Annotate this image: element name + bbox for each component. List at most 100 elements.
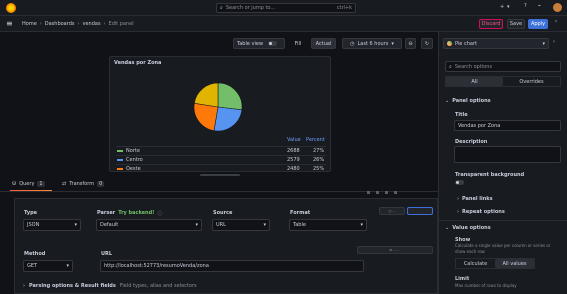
collapse-icon[interactable]: ⌃ xyxy=(554,20,558,26)
title-label: Title xyxy=(455,112,468,118)
avatar[interactable] xyxy=(553,3,562,12)
source-select[interactable]: URL ▾ xyxy=(212,219,270,231)
query-tabs: ⛁ Query 1 ⇄ Transform 0 xyxy=(0,178,438,192)
url-label: URL xyxy=(101,251,113,257)
calculate-option[interactable]: Calculate xyxy=(456,259,495,268)
parsing-sub: Field types, alias and selectors xyxy=(119,283,197,289)
legend-row: Norte 2688 27% xyxy=(116,146,326,154)
panel-links-header[interactable]: › Panel links xyxy=(457,196,493,202)
legend-percent: 27% xyxy=(313,148,325,154)
info-icon: ⓘ xyxy=(157,211,163,217)
breadcrumb-dashboards[interactable]: Dashboards xyxy=(45,21,75,27)
parser-hint[interactable]: Try backend! xyxy=(118,210,154,217)
pie-slice-sul[interactable] xyxy=(193,82,219,108)
legend-value: 2480 xyxy=(287,166,300,172)
tab-query-count: 1 xyxy=(37,181,45,187)
viz-name: Pie chart xyxy=(455,40,477,47)
search-bar[interactable]: ⌕ Search or jump to... ctrl+k xyxy=(216,3,356,13)
legend-row: Centro 2579 26% xyxy=(116,155,326,163)
chevron-down-icon: ▾ xyxy=(66,263,69,269)
collapse-options-icon[interactable]: › xyxy=(553,39,555,45)
type-select[interactable]: JSON ▾ xyxy=(23,219,81,231)
transparent-label: Transparent background xyxy=(455,172,525,178)
toggle-switch[interactable] xyxy=(268,41,278,46)
chevron-down-icon: ▾ xyxy=(360,222,363,228)
divider xyxy=(439,220,567,221)
repeat-options-header[interactable]: › Repeat options xyxy=(457,209,505,215)
parser-label-row: Parser Try backend! ⓘ xyxy=(97,210,162,217)
zoom-out-button[interactable]: ⊖ xyxy=(405,38,416,49)
show-radio-group: Calculate All values xyxy=(455,258,535,269)
help-icon[interactable]: ? xyxy=(524,3,527,9)
table-view-toggle[interactable]: Table view xyxy=(233,38,285,49)
apply-button[interactable]: Apply xyxy=(528,19,548,29)
copy-button[interactable]: ▢ ··· xyxy=(379,207,405,215)
chevron-right-icon: › xyxy=(77,21,80,27)
legend-header-percent: Percent xyxy=(306,137,325,143)
chevron-down-icon: ▾ xyxy=(542,40,545,47)
pie-slice-centro[interactable] xyxy=(213,106,243,132)
legend-label: Oeste xyxy=(126,166,141,172)
actual-button[interactable]: Actual xyxy=(311,38,336,49)
repeat-options-title: Repeat options xyxy=(462,209,505,215)
chevron-down-icon[interactable]: ▾ xyxy=(507,4,510,10)
legend-percent: 25% xyxy=(313,166,325,172)
breadcrumb-bar: ≡ Home › Dashboards › vendas › Edit pane… xyxy=(0,16,567,32)
method-select[interactable]: GET ▾ xyxy=(23,260,73,272)
add-button[interactable]: + xyxy=(500,4,504,10)
chevron-right-icon: › xyxy=(457,196,459,202)
panel-options-title: Panel options xyxy=(452,98,491,104)
viz-picker[interactable]: Pie chart ▾ xyxy=(443,38,549,49)
breadcrumb-home[interactable]: Home xyxy=(22,21,37,27)
query-action-button[interactable] xyxy=(407,207,433,215)
pie-slice-oeste[interactable] xyxy=(193,102,219,132)
format-value: Table xyxy=(293,222,306,228)
options-search[interactable]: ⌕ Search options xyxy=(445,61,561,72)
parser-value: Default xyxy=(100,222,119,228)
tab-transform-label: Transform xyxy=(69,181,95,187)
panel-options-header[interactable]: ⌄ Panel options xyxy=(445,98,491,104)
splitter-handle[interactable] xyxy=(200,174,240,176)
value-options-header[interactable]: ⌄ Value options xyxy=(445,225,491,231)
format-select[interactable]: Table ▾ xyxy=(289,219,367,231)
parsing-options-row[interactable]: › Parsing options & Result fields Field … xyxy=(23,283,197,289)
query-collapse-icon[interactable] xyxy=(367,191,431,197)
tab-transform[interactable]: ⇄ Transform 0 xyxy=(62,181,105,187)
tab-query[interactable]: ⛁ Query 1 xyxy=(12,181,45,187)
legend-swatch xyxy=(117,168,123,170)
transparent-toggle[interactable] xyxy=(455,180,464,185)
description-label: Description xyxy=(455,139,488,145)
discard-button[interactable]: Discard xyxy=(479,19,503,29)
chevron-down-icon: ⌄ xyxy=(445,225,450,231)
all-values-option[interactable]: All values xyxy=(495,259,534,268)
chevron-down-icon: ▾ xyxy=(195,222,198,228)
parsing-title: Parsing options & Result fields xyxy=(29,283,116,289)
parser-select[interactable]: Default ▾ xyxy=(96,219,202,231)
menu-icon[interactable]: ≡ xyxy=(6,19,13,28)
pie-slice-norte[interactable] xyxy=(217,82,243,111)
description-field[interactable] xyxy=(454,146,561,163)
url-options-button[interactable]: ⊙ ········ xyxy=(357,246,433,254)
tab-all[interactable]: All xyxy=(446,77,503,86)
breadcrumb-vendas[interactable]: vendas xyxy=(83,21,101,27)
tab-overrides[interactable]: Overrides xyxy=(503,77,560,86)
fill-button[interactable]: Fill xyxy=(290,38,306,49)
legend-percent: 26% xyxy=(313,157,325,163)
time-range-picker[interactable]: ◷ Last 6 hours ▾ xyxy=(342,38,402,49)
format-label: Format xyxy=(290,210,311,216)
rss-icon[interactable]: ⌁ xyxy=(538,3,541,9)
limit-description: Max number of rows to display xyxy=(455,283,517,288)
search-icon: ⌕ xyxy=(449,63,452,70)
tab-query-underline xyxy=(10,190,52,191)
parser-label: Parser xyxy=(97,210,116,216)
shortcut-hint: ctrl+k xyxy=(336,5,352,11)
refresh-button[interactable]: ↻ xyxy=(421,38,433,49)
save-button[interactable]: Save xyxy=(507,19,525,29)
chevron-down-icon: ▾ xyxy=(263,222,266,228)
url-field[interactable]: http://localhost:52773/resumoVenda/zona xyxy=(100,260,364,272)
search-icon: ⌕ xyxy=(220,5,223,11)
title-field[interactable]: Vendas por Zona xyxy=(454,120,561,131)
pie-chart xyxy=(193,82,243,132)
chevron-down-icon: ▾ xyxy=(391,40,394,47)
grafana-logo[interactable] xyxy=(6,3,16,13)
